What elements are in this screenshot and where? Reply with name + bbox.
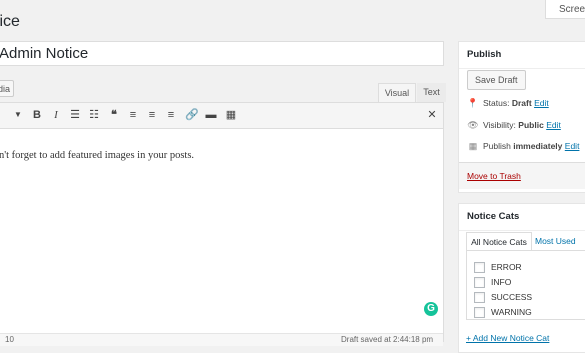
align-right-icon[interactable]: ≡ xyxy=(165,108,177,122)
publish-box: Publish Save Draft 📍 Status: Draft Edit 👁… xyxy=(458,41,585,193)
align-center-icon[interactable]: ≡ xyxy=(146,108,158,122)
publish-box-title: Publish xyxy=(459,42,585,69)
checkbox[interactable] xyxy=(474,277,485,289)
notice-cats-title: Notice Cats xyxy=(459,204,585,231)
list-item[interactable]: SUCCESS xyxy=(474,292,532,304)
list-item[interactable]: ERROR xyxy=(474,262,522,274)
tab-text[interactable]: Text xyxy=(417,83,446,102)
status-row: 📍 Status: Draft Edit xyxy=(467,98,549,108)
page-title: tice xyxy=(0,13,20,30)
calendar-icon: ▦ xyxy=(468,141,478,151)
align-left-icon[interactable]: ≡ xyxy=(127,108,139,122)
tab-most-used[interactable]: Most Used xyxy=(535,232,576,250)
post-title-input[interactable]: Admin Notice xyxy=(0,41,444,66)
publish-time-row: ▦ Publish immediately Edit xyxy=(468,141,580,151)
edit-visibility-link[interactable]: Edit xyxy=(546,120,561,130)
checkbox[interactable] xyxy=(474,262,485,274)
visibility-row: 👁 Visibility: Public Edit xyxy=(467,120,561,130)
edit-status-link[interactable]: Edit xyxy=(534,98,549,108)
move-to-trash-link[interactable]: Move to Trash xyxy=(467,171,521,181)
add-new-notice-cat-link[interactable]: + Add New Notice Cat xyxy=(466,333,549,343)
tab-visual[interactable]: Visual xyxy=(378,83,416,102)
list-item[interactable]: INFO xyxy=(474,277,511,289)
format-dropdown-icon[interactable]: ▼ xyxy=(13,108,23,122)
checkbox[interactable] xyxy=(474,292,485,304)
major-publishing-actions: Move to Trash xyxy=(459,162,585,189)
numbered-list-icon[interactable]: ☷ xyxy=(88,108,100,122)
blockquote-icon[interactable]: ❝ xyxy=(107,108,121,122)
add-media-button[interactable]: dia xyxy=(0,80,14,97)
italic-icon[interactable]: I xyxy=(50,108,62,122)
toolbar-toggle-icon[interactable]: ▦ xyxy=(225,108,237,122)
save-draft-button[interactable]: Save Draft xyxy=(467,70,526,90)
bullet-list-icon[interactable]: ☰ xyxy=(69,108,81,122)
fullscreen-icon[interactable]: ✕ xyxy=(426,108,438,122)
read-more-icon[interactable]: ▬ xyxy=(205,108,217,122)
editor-content[interactable]: n't forget to add featured images in you… xyxy=(0,150,194,161)
checkbox[interactable] xyxy=(474,307,485,319)
link-icon[interactable]: 🔗 xyxy=(185,108,199,122)
editor-toolbar: ▼ B I ☰ ☷ ❝ ≡ ≡ ≡ 🔗 ▬ ▦ ✕ xyxy=(0,103,443,129)
bold-icon[interactable]: B xyxy=(31,108,43,122)
draft-saved-status: Draft saved at 2:44:18 pm xyxy=(341,335,434,344)
screen-options-button[interactable]: Screen xyxy=(545,0,585,19)
eye-icon: 👁 xyxy=(467,120,479,130)
content-editor[interactable]: ▼ B I ☰ ☷ ❝ ≡ ≡ ≡ 🔗 ▬ ▦ ✕ n't forget to … xyxy=(0,102,444,346)
tab-all-notice-cats[interactable]: All Notice Cats xyxy=(466,232,532,250)
pin-icon: 📍 xyxy=(467,98,479,108)
edit-publish-time-link[interactable]: Edit xyxy=(565,141,580,151)
list-item[interactable]: WARNING xyxy=(474,307,532,319)
word-count: 10 xyxy=(5,335,14,344)
notice-cats-checklist: ERROR INFO SUCCESS WARNING xyxy=(466,250,585,320)
grammarly-icon[interactable]: G xyxy=(424,302,438,316)
